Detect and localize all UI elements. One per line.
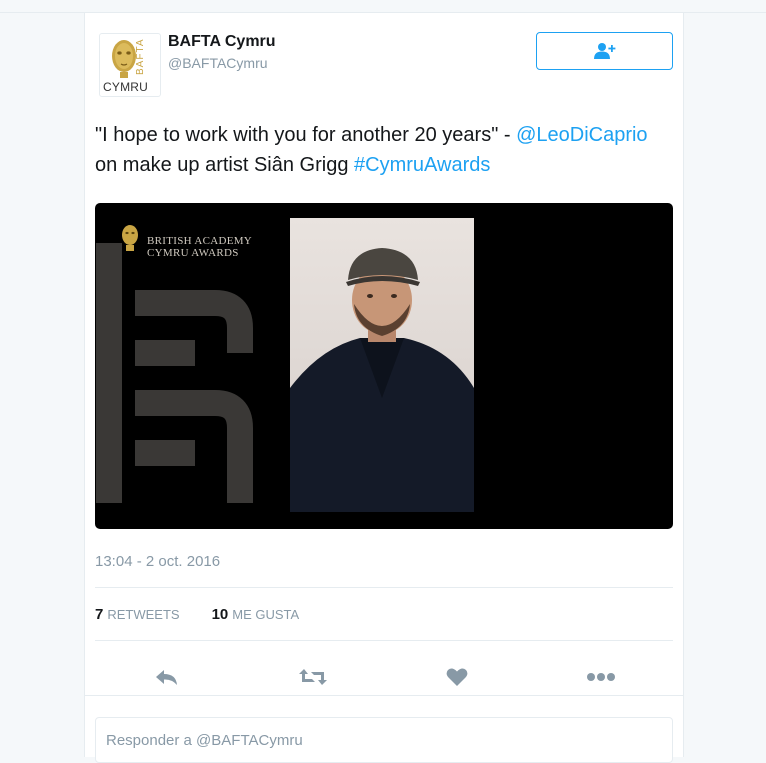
likes-count: 10 — [211, 606, 229, 623]
retweet-icon — [299, 669, 327, 685]
divider-top — [95, 587, 673, 588]
retweets-label: RETWEETS — [107, 607, 180, 622]
divider-bottom — [85, 695, 683, 696]
reply-icon — [156, 670, 177, 685]
author-handle[interactable]: @BAFTACymru — [168, 55, 268, 71]
likes-label: ME GUSTA — [232, 607, 300, 622]
like-button[interactable] — [442, 665, 472, 689]
heart-icon — [446, 668, 468, 686]
reply-box[interactable] — [95, 717, 673, 763]
person-portrait-illustration — [290, 248, 474, 512]
media-brand-line2: CYMRU AWARDS — [147, 247, 239, 259]
likes-stat[interactable]: 10 ME GUSTA — [212, 606, 300, 623]
media-brand-text: BRITISH ACADEMY CYMRU AWARDS — [147, 235, 252, 259]
reply-input[interactable] — [96, 718, 646, 762]
media-brand-line1: BRITISH ACADEMY — [147, 235, 253, 247]
bafta-mask-small-icon — [122, 225, 138, 251]
avatar-cymru-text: CYMRU — [103, 80, 148, 94]
tweet-timestamp[interactable]: 13:04 - 2 oct. 2016 — [95, 553, 220, 570]
more-dots-icon — [587, 673, 615, 681]
hashtag-link[interactable]: #CymruAwards — [354, 154, 490, 176]
tweet-card: BAFTA CYMRU BAFTA Cymru @BAFTACymru "I h… — [84, 12, 684, 763]
video-thumbnail-photo[interactable] — [290, 218, 474, 512]
more-button[interactable] — [586, 665, 616, 689]
follow-button[interactable] — [536, 32, 673, 70]
tweet-media[interactable]: BRITISH ACADEMY CYMRU AWARDS — [95, 203, 673, 529]
tweet-text: "I hope to work with you for another 20 … — [95, 120, 675, 180]
retweets-count: 7 — [95, 606, 104, 623]
retweet-button[interactable] — [298, 665, 328, 689]
divider-middle — [95, 640, 673, 641]
retweets-stat[interactable]: 7 RETWEETS — [95, 606, 180, 623]
tweet-stats: 7 RETWEETS 10 ME GUSTA — [95, 606, 299, 623]
avatar-bafta-vertical-text: BAFTA — [135, 38, 146, 75]
reply-button[interactable] — [152, 665, 182, 689]
tweet-text-part1: "I hope to work with you for another 20 … — [95, 124, 517, 146]
follow-user-plus-icon — [593, 43, 615, 59]
tweet-text-part2: on make up artist Siân Grigg — [95, 154, 355, 176]
author-name[interactable]: BAFTA Cymru — [168, 33, 276, 51]
mention-link[interactable]: @LeoDiCaprio — [516, 124, 647, 146]
